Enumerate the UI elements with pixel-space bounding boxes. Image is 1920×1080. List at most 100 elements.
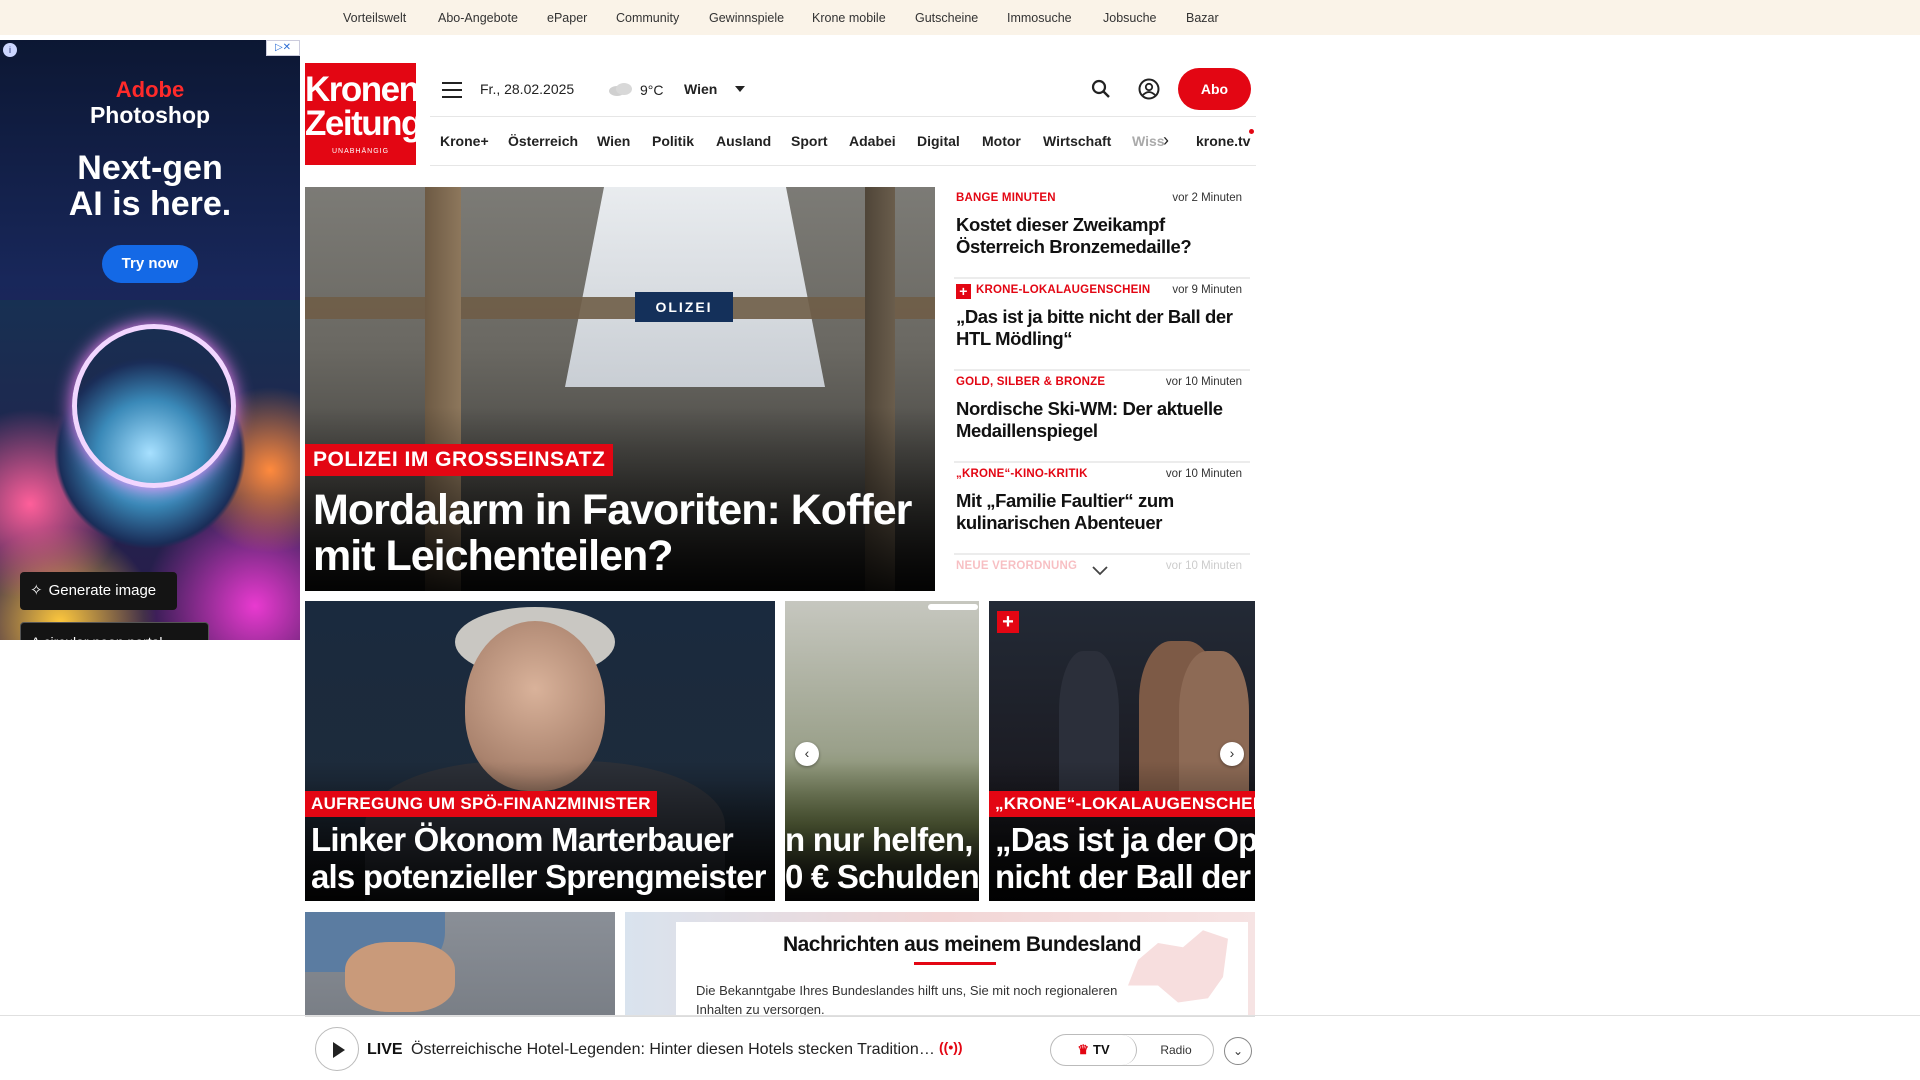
link-jobsuche[interactable]: Jobsuche bbox=[1103, 11, 1157, 25]
card-title[interactable]: n nur helfen, 0 € Schulden bbox=[785, 821, 979, 895]
nav-item-motor[interactable]: Motor bbox=[982, 133, 1021, 149]
user-account-icon[interactable] bbox=[1138, 78, 1160, 100]
hero-image-tent bbox=[565, 187, 825, 387]
bundesland-text: Die Bekanntgabe Ihres Bundeslandes hilft… bbox=[696, 983, 1118, 1017]
nav-item-ausland[interactable]: Ausland bbox=[716, 133, 771, 149]
ad-try-now-button[interactable]: Try now bbox=[102, 245, 198, 283]
ad-headline-line1: Next-gen bbox=[77, 149, 223, 187]
ticker-kicker: NEUE VERORDNUNG bbox=[956, 560, 1078, 572]
live-label: LIVE bbox=[367, 1041, 403, 1058]
logo-line2: Zeitung bbox=[305, 104, 422, 143]
ticker-title[interactable]: Mit „Familie Faultier“ zum kulinarischen… bbox=[956, 490, 1246, 534]
carousel-indicator bbox=[928, 604, 978, 610]
ticker-time: vor 9 Minuten bbox=[1172, 284, 1242, 296]
expand-chevron-down-icon[interactable]: ⌄ bbox=[1224, 1037, 1252, 1065]
heading-underline bbox=[914, 962, 996, 965]
link-krone-mobile[interactable]: Krone mobile bbox=[812, 11, 886, 25]
live-title[interactable]: Österreichische Hotel-Legenden: Hinter d… bbox=[411, 1041, 935, 1059]
hero-kicker: POLIZEI IM GROSSEINSATZ bbox=[305, 444, 614, 476]
card-title-line2: nicht der Ball der bbox=[995, 858, 1251, 895]
play-button[interactable] bbox=[315, 1027, 359, 1071]
nav-item-krone-tv[interactable]: krone.tv bbox=[1196, 133, 1250, 149]
link-vorteilswelt[interactable]: Vorteilswelt bbox=[343, 11, 406, 25]
abo-button[interactable]: Abo bbox=[1178, 68, 1251, 110]
hero-article[interactable]: OLIZEI POLIZEI IM GROSSEINSATZ Mordalarm… bbox=[305, 187, 935, 591]
card-title-line1: „Das ist ja der Ope bbox=[995, 821, 1255, 858]
location-select[interactable]: Wien bbox=[684, 81, 717, 97]
ad-info-icon[interactable]: i bbox=[3, 43, 17, 57]
logo-tagline: UNABHÄNGIG bbox=[331, 148, 390, 155]
ad-brand-line2: Photoshop bbox=[89, 102, 211, 128]
nav-item-oesterreich[interactable]: Österreich bbox=[508, 133, 578, 149]
nav-scroll-right-icon[interactable]: › bbox=[1163, 130, 1169, 151]
ticker-title[interactable]: „Das ist ja bitte nicht der Ball der HTL… bbox=[956, 306, 1246, 350]
carousel-next-icon[interactable]: › bbox=[1220, 742, 1244, 766]
link-gutscheine[interactable]: Gutscheine bbox=[915, 11, 978, 25]
ticker-title[interactable]: Nordische Ski-WM: Der aktuelle Medaillen… bbox=[956, 398, 1246, 442]
ticker-item[interactable]: BANGE MINUTEN vor 2 Minuten Kostet diese… bbox=[954, 187, 1250, 279]
hamburger-menu-icon[interactable] bbox=[442, 82, 462, 98]
ad-choices-close-icon[interactable]: ▷✕ bbox=[266, 40, 300, 56]
card-title[interactable]: Linker Ökonom Marterbauer als potenziell… bbox=[311, 821, 766, 895]
nav-item-sport[interactable]: Sport bbox=[791, 133, 828, 149]
bundesland-heading: Nachrichten aus meinem Bundesland bbox=[782, 933, 1142, 956]
ad-generate-image-button[interactable]: ✧ Generate image bbox=[20, 572, 177, 610]
krone-plus-icon: + bbox=[997, 611, 1019, 633]
nav-item-politik[interactable]: Politik bbox=[652, 133, 694, 149]
ad-brand-line1: Adobe bbox=[115, 77, 185, 102]
nav-item-krone-plus[interactable]: Krone+ bbox=[440, 133, 489, 149]
card-title-line2: 0 € Schulden bbox=[785, 858, 979, 895]
nav-item-wirtschaft[interactable]: Wirtschaft bbox=[1043, 133, 1111, 149]
link-gewinnspiele[interactable]: Gewinnspiele bbox=[709, 11, 784, 25]
ticker-time: vor 10 Minuten bbox=[1165, 376, 1242, 388]
ticker-kicker: BANGE MINUTEN bbox=[956, 192, 1056, 204]
nav-item-wissenschaft[interactable]: Wiss bbox=[1132, 133, 1165, 149]
news-ticker: BANGE MINUTEN vor 2 Minuten Kostet diese… bbox=[954, 187, 1250, 577]
notification-dot bbox=[1249, 129, 1254, 134]
current-date: Fr., 28.02.2025 bbox=[480, 81, 575, 97]
nav-item-digital[interactable]: Digital bbox=[917, 133, 960, 149]
kronen-zeitung-logo[interactable]: Kronen Zeitung UNABHÄNGIG bbox=[305, 63, 422, 165]
article-card[interactable]: + „KRONE“-LOKALAUGENSCHEIN „Das ist ja d… bbox=[989, 601, 1255, 901]
ad-headline-line2: AI is here. bbox=[68, 185, 232, 223]
hero-title[interactable]: Mordalarm in Favoriten: Koffer mit Leich… bbox=[313, 487, 923, 579]
radio-tab[interactable]: Radio bbox=[1137, 1035, 1215, 1065]
carousel-prev-icon[interactable]: ‹ bbox=[795, 742, 819, 766]
link-bazar[interactable]: Bazar bbox=[1186, 11, 1219, 25]
ticker-item[interactable]: GOLD, SILBER & BRONZE vor 10 Minuten Nor… bbox=[954, 371, 1250, 463]
link-community[interactable]: Community bbox=[616, 11, 679, 25]
ticker-time: vor 10 Minuten bbox=[1165, 560, 1242, 572]
ad-prompt-field[interactable]: A circular neon portal ... bbox=[20, 622, 209, 640]
link-immosuche[interactable]: Immosuche bbox=[1007, 11, 1072, 25]
location-chevron-down-icon[interactable] bbox=[735, 86, 745, 92]
card-kicker: AUFREGUNG UM SPÖ-FINANZMINISTER bbox=[305, 791, 657, 817]
cloud-weather-icon bbox=[609, 83, 632, 96]
tv-tab-label: TV bbox=[1093, 1042, 1110, 1057]
broadcast-signal-icon: ((•)) bbox=[939, 1039, 963, 1055]
hero-image-police-sign: OLIZEI bbox=[635, 292, 733, 322]
nav-item-wien[interactable]: Wien bbox=[597, 133, 630, 149]
hero-image-beam bbox=[305, 297, 935, 319]
ad-brand: Adobe Photoshop bbox=[0, 77, 300, 129]
media-type-toggle[interactable]: ♛ TV Radio bbox=[1050, 1034, 1214, 1066]
card-title-line2: als potenzieller Sprengmeister bbox=[311, 858, 766, 895]
krone-plus-icon: + bbox=[956, 284, 971, 299]
ticker-item[interactable]: + KRONE-LOKALAUGENSCHEIN vor 9 Minuten „D… bbox=[954, 279, 1250, 371]
link-abo-angebote[interactable]: Abo-Angebote bbox=[438, 11, 518, 25]
link-epaper[interactable]: ePaper bbox=[547, 11, 587, 25]
search-icon[interactable] bbox=[1091, 79, 1111, 99]
tv-tab[interactable]: ♛ TV bbox=[1051, 1035, 1137, 1065]
ticker-time: vor 2 Minuten bbox=[1172, 192, 1242, 204]
ticker-kicker: KRONE-LOKALAUGENSCHEIN bbox=[976, 284, 1151, 296]
ad-generate-label: Generate image bbox=[48, 582, 157, 599]
ad-headline: Next-gen AI is here. bbox=[0, 150, 300, 222]
card-title[interactable]: „Das ist ja der Ope nicht der Ball der bbox=[995, 821, 1255, 895]
ticker-item[interactable]: „KRONE“-KINO-KRITIK vor 10 Minuten Mit „… bbox=[954, 463, 1250, 555]
ticker-expand-chevron-icon[interactable] bbox=[1092, 566, 1108, 576]
card-kicker: „KRONE“-LOKALAUGENSCHEIN bbox=[989, 791, 1255, 817]
ticker-title[interactable]: Kostet dieser Zweikampf Österreich Bronz… bbox=[956, 214, 1246, 258]
nav-item-adabei[interactable]: Adabei bbox=[849, 133, 896, 149]
article-card[interactable]: AUFREGUNG UM SPÖ-FINANZMINISTER Linker Ö… bbox=[305, 601, 775, 901]
card-title-line1: n nur helfen, bbox=[785, 821, 973, 858]
advertisement-banner[interactable]: i ▷✕ Adobe Photoshop Next-gen AI is here… bbox=[0, 40, 300, 640]
